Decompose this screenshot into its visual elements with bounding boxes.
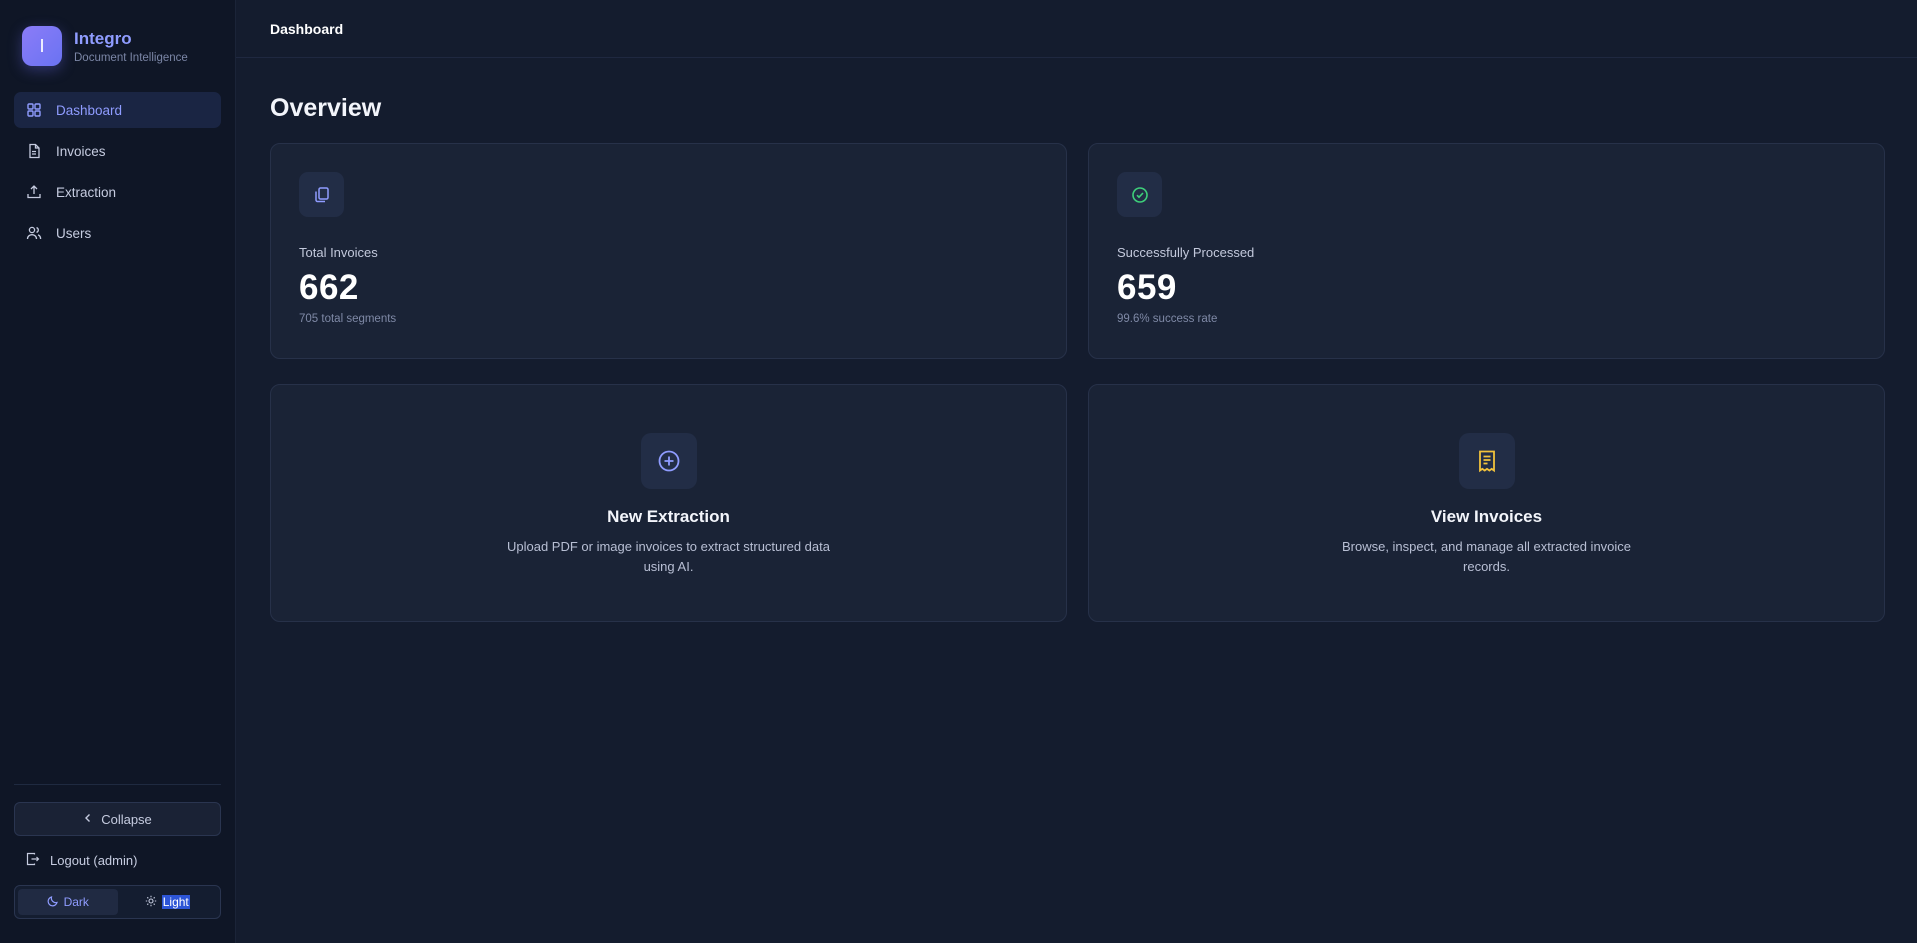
action-title: View Invoices xyxy=(1430,507,1543,526)
brand-subtitle: Document Intelligence xyxy=(74,51,188,64)
theme-light-label: Light xyxy=(161,895,190,909)
stat-card-total-invoices: Total Invoices 662 705 total segments xyxy=(270,143,1067,359)
chevron-left-icon xyxy=(83,812,93,826)
sidebar-item-label: Extraction xyxy=(56,184,117,200)
page-title: Overview xyxy=(270,94,382,122)
sidebar-item-label: Users xyxy=(56,225,92,241)
theme-toggle: Dark Light xyxy=(14,885,221,919)
brand: I Integro Document Intelligence xyxy=(14,0,221,92)
sidebar-item-label: Dashboard xyxy=(56,102,123,118)
action-description: Browse, inspect, and manage all extracte… xyxy=(1341,539,1632,574)
file-icon xyxy=(26,143,42,159)
grid-icon xyxy=(26,102,42,118)
stat-subtext: 99.6% success rate xyxy=(1117,313,1218,325)
logout-label: Logout (admin) xyxy=(50,852,138,868)
new-extraction-card[interactable]: New Extraction Upload PDF or image invoi… xyxy=(270,384,1067,622)
collapse-label: Collapse xyxy=(101,811,152,827)
stat-subtext: 705 total segments xyxy=(299,313,397,325)
stat-value: 659 xyxy=(1117,268,1177,307)
sidebar-item-invoices[interactable]: Invoices xyxy=(14,133,221,169)
brand-name: Integro xyxy=(74,28,132,48)
sidebar-bottom: Collapse Logout (admin) Dark Light xyxy=(14,784,221,919)
view-invoices-card[interactable]: View Invoices Browse, inspect, and manag… xyxy=(1088,384,1885,622)
brand-text: Integro Document Intelligence xyxy=(74,29,188,64)
app-root: I Integro Document Intelligence Dashboar… xyxy=(0,0,1917,943)
action-title: New Extraction xyxy=(607,507,730,526)
topbar-title: Dashboard xyxy=(270,20,344,37)
theme-dark-label: Dark xyxy=(63,895,89,909)
main-area: Dashboard Overview Total Invoices 662 70… xyxy=(236,0,1917,943)
logout-button[interactable]: Logout (admin) xyxy=(14,843,221,877)
sun-icon xyxy=(145,895,162,910)
stat-card-successfully-processed: Successfully Processed 659 99.6% success… xyxy=(1088,143,1885,359)
dashboard-grid: Total Invoices 662 705 total segments Su… xyxy=(270,143,1885,622)
sidebar-nav: Dashboard Invoices Extraction Users xyxy=(14,92,221,251)
sidebar-divider xyxy=(14,784,221,785)
plus-circle-icon xyxy=(640,433,697,489)
stat-label: Successfully Processed xyxy=(1117,245,1255,260)
theme-light-button[interactable]: Light xyxy=(118,889,218,915)
moon-icon xyxy=(47,895,64,910)
stat-value: 662 xyxy=(299,268,359,307)
check-circle-icon xyxy=(1117,172,1162,217)
topbar: Dashboard xyxy=(236,0,1917,58)
sidebar: I Integro Document Intelligence Dashboar… xyxy=(0,0,236,943)
copy-icon xyxy=(299,172,344,217)
stat-label: Total Invoices xyxy=(299,245,378,260)
theme-dark-button[interactable]: Dark xyxy=(18,889,118,915)
receipt-icon xyxy=(1458,433,1515,489)
upload-icon xyxy=(26,184,42,200)
action-description: Upload PDF or image invoices to extract … xyxy=(507,539,830,574)
sidebar-item-users[interactable]: Users xyxy=(14,215,221,251)
brand-logo: I xyxy=(22,26,62,66)
users-icon xyxy=(26,225,42,241)
content: Overview Total Invoices 662 705 total se… xyxy=(236,58,1917,622)
sidebar-item-extraction[interactable]: Extraction xyxy=(14,174,221,210)
sidebar-item-dashboard[interactable]: Dashboard xyxy=(14,92,221,128)
collapse-button[interactable]: Collapse xyxy=(14,802,221,836)
logout-icon xyxy=(26,852,50,869)
sidebar-item-label: Invoices xyxy=(56,143,106,159)
